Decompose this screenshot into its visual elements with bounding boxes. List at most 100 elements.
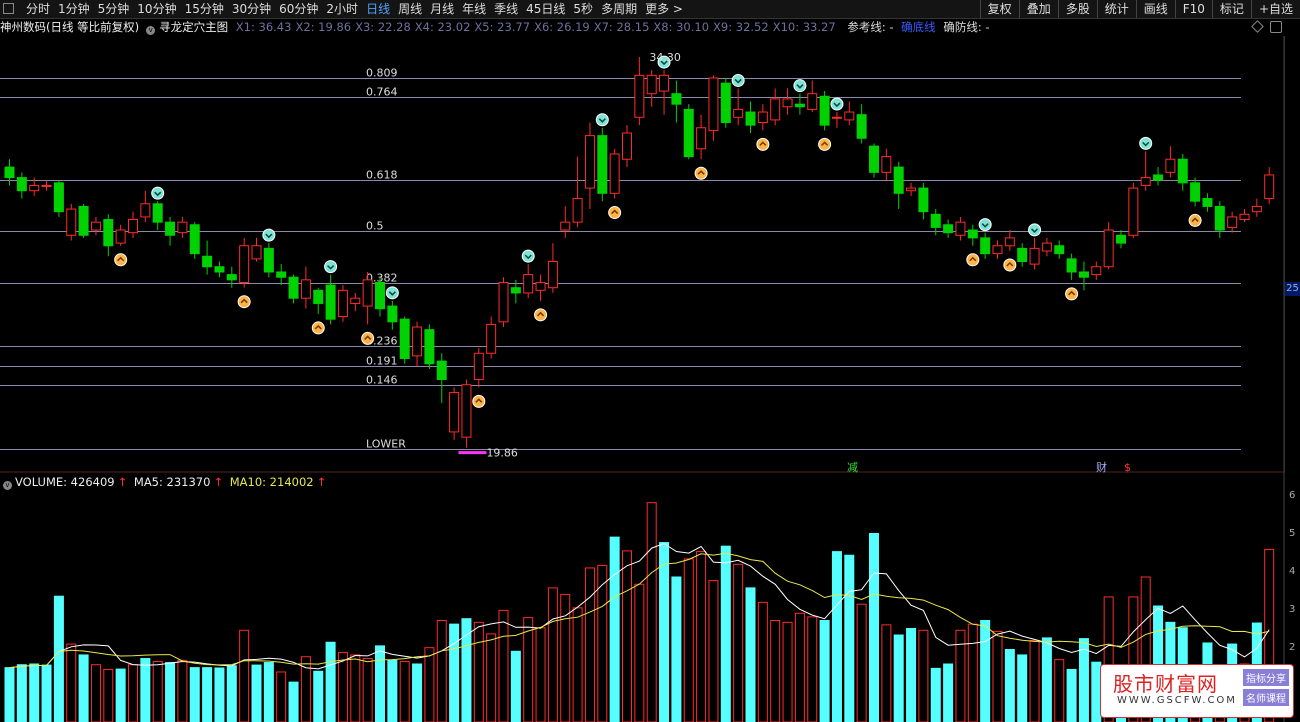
toolbar-button-0[interactable]: 复权: [979, 0, 1019, 18]
candle: [399, 316, 410, 364]
menu-square-icon[interactable]: [3, 3, 14, 14]
toolbar-button-3[interactable]: 统计: [1096, 0, 1136, 18]
toolbar-button-7[interactable]: +自选: [1250, 0, 1300, 18]
toolbar-button-2[interactable]: 多股: [1057, 0, 1097, 18]
sell-signal-icon: [385, 286, 399, 300]
toolbar-button-6[interactable]: 标记: [1211, 0, 1251, 18]
volume-bar: [128, 664, 138, 722]
volume-bar: [412, 663, 423, 722]
indicator-name[interactable]: 寻龙定穴主图: [159, 20, 228, 34]
volume-bar: [1029, 639, 1040, 722]
candle: [646, 70, 657, 107]
tab-period-11[interactable]: 年线: [458, 0, 490, 18]
indicator-value: X8: 30.10: [653, 20, 710, 34]
volume-bar: [473, 621, 484, 722]
candle: [288, 274, 299, 304]
candle: [572, 156, 583, 228]
candle: [1214, 201, 1225, 238]
volume-bar: [510, 650, 521, 722]
candle: [1239, 209, 1250, 223]
marker-dollar: $: [1124, 461, 1131, 474]
sell-signal-icon: [793, 79, 807, 93]
candle: [387, 300, 398, 330]
indicator-value: X9: 32.52: [713, 20, 769, 34]
volume-axis-tick: 4: [1289, 566, 1296, 577]
candle: [239, 237, 250, 288]
candle: [1202, 193, 1213, 212]
tab-period-4[interactable]: 15分钟: [181, 0, 228, 18]
scrollbar[interactable]: [1284, 36, 1300, 472]
candle: [856, 104, 867, 144]
candle: [1128, 182, 1139, 238]
volume-bar: [572, 607, 583, 722]
tab-period-14[interactable]: 5秒: [569, 0, 597, 18]
volume-bar: [436, 620, 447, 722]
volume-bar: [757, 601, 768, 722]
candle: [128, 211, 138, 238]
volume-bar: [980, 620, 991, 722]
volume-axis-tick: 5: [1289, 528, 1296, 539]
candle: [424, 324, 435, 369]
candle: [498, 277, 509, 328]
candle: [757, 104, 768, 131]
candle: [486, 316, 497, 359]
window-icon[interactable]: [1270, 21, 1282, 33]
candle: [720, 77, 731, 128]
period-tabs: 分时 1分钟 5分钟 10分钟 15分钟 30分钟 60分钟 2小时 日线 周线 月线 年线 季线 45日…: [22, 0, 687, 18]
tab-period-9[interactable]: 周线: [394, 0, 426, 18]
chevron-down-icon[interactable]: v: [146, 26, 156, 35]
volume-bar: [967, 623, 978, 722]
tab-period-7[interactable]: 2小时: [322, 0, 362, 18]
tab-period-3[interactable]: 10分钟: [133, 0, 180, 18]
volume-info-line: v VOLUME: 426409 ↑ MA5: 231370 ↑ MA10: 2140…: [0, 474, 329, 490]
volume-bar: [584, 567, 595, 722]
indicator-value: X10: 33.27: [772, 20, 836, 34]
candle: [844, 101, 855, 126]
toolbar-button-5[interactable]: F10: [1174, 0, 1212, 18]
candle: [1140, 151, 1151, 191]
candle: [1177, 153, 1188, 191]
arrow-up-icon: ↑: [117, 475, 128, 489]
volume-bar: [263, 662, 274, 722]
tab-period-13[interactable]: 45日线: [522, 0, 569, 18]
volume-bar: [103, 668, 114, 722]
tab-period-2[interactable]: 5分钟: [94, 0, 134, 18]
buy-signal-icon: [361, 331, 375, 345]
ma10-value: MA10: 214002: [229, 475, 314, 489]
tab-period-8[interactable]: 日线: [362, 0, 394, 18]
candle: [189, 222, 200, 259]
toolbar-button-1[interactable]: 叠加: [1018, 0, 1058, 18]
tab-period-5[interactable]: 30分钟: [228, 0, 275, 18]
volume-bar: [1004, 649, 1015, 722]
tab-period-12[interactable]: 季线: [490, 0, 522, 18]
volume-bar: [770, 620, 781, 722]
volume-axis-tick: 6: [1289, 490, 1296, 501]
tab-period-6[interactable]: 60分钟: [275, 0, 322, 18]
candle: [90, 216, 101, 236]
candle: [1017, 243, 1028, 267]
tab-period-16[interactable]: 更多 >: [641, 0, 687, 18]
indicator-values: X1: 36.43 X2: 19.86 X3: 22.28 X4: 23.02 X5: …: [236, 20, 840, 34]
watermark-badge-course: 名师课程: [1243, 689, 1289, 706]
candle: [634, 56, 645, 126]
volume-bar: [362, 658, 373, 722]
volume-bar: [1054, 659, 1065, 722]
tab-period-10[interactable]: 月线: [426, 0, 458, 18]
candle: [708, 75, 719, 141]
volume-bar: [782, 621, 793, 722]
volume-bar: [325, 641, 336, 722]
candle: [300, 266, 311, 309]
toolbar-button-4[interactable]: 画线: [1135, 0, 1175, 18]
arrow-up-icon: ↑: [213, 475, 224, 489]
sell-signal-icon: [595, 113, 609, 127]
kline-chart[interactable]: 0.8090.7640.6180.50.3820.2360.1910.146LO…: [0, 0, 1300, 722]
tab-period-1[interactable]: 1分钟: [54, 0, 94, 18]
tab-period-0[interactable]: 分时: [22, 0, 54, 18]
buy-signal-icon: [1065, 287, 1079, 301]
volume-bar: [189, 667, 200, 722]
volume-bar: [29, 663, 40, 722]
volume-bar: [547, 587, 558, 722]
chevron-down-icon[interactable]: v: [3, 481, 12, 490]
tab-period-15[interactable]: 多周期: [597, 0, 641, 18]
volume-value: VOLUME: 426409: [15, 475, 115, 489]
